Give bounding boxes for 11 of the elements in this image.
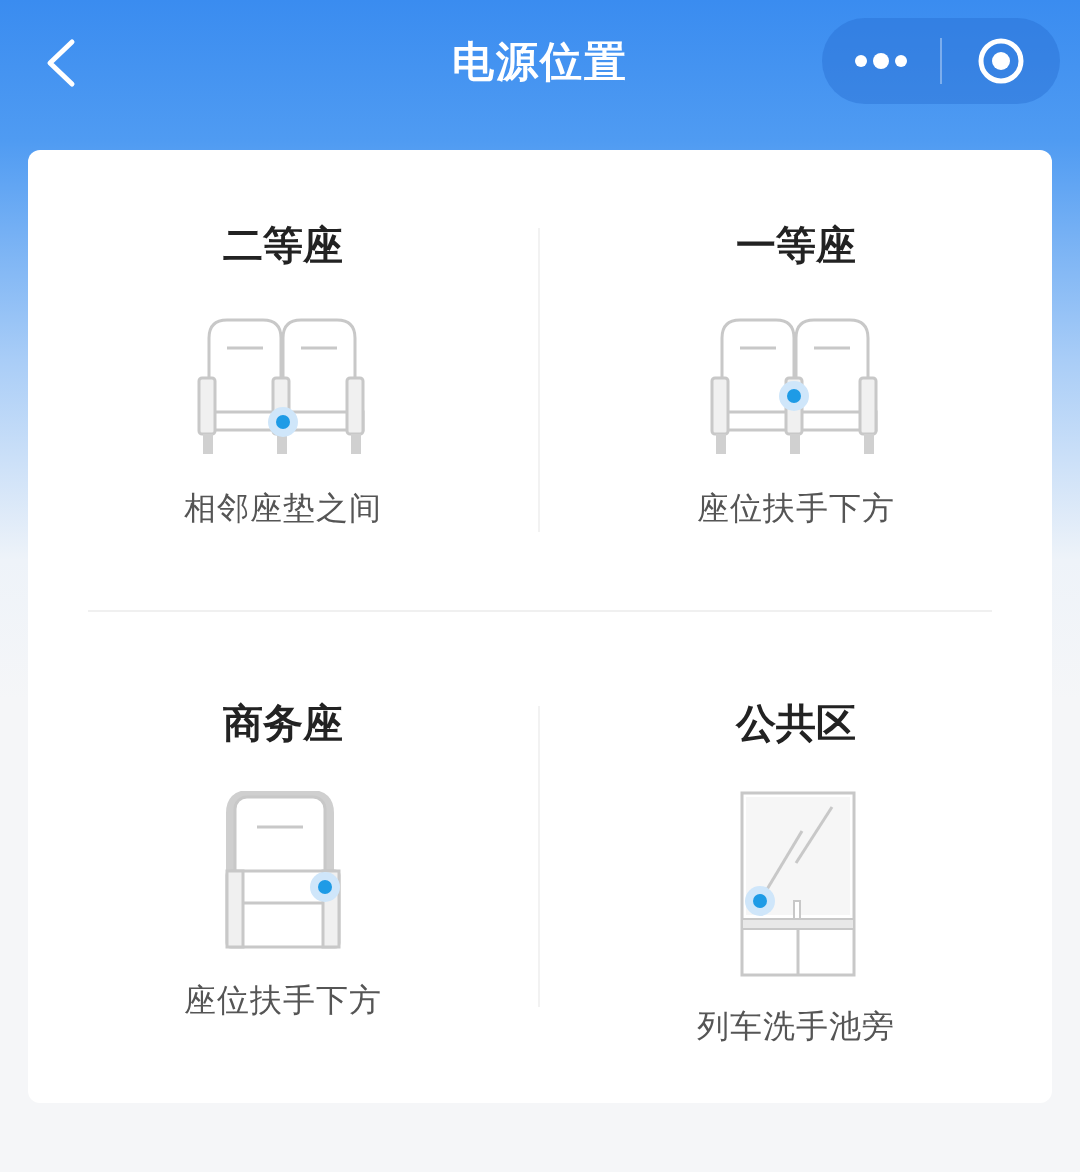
socket-location-label: 列车洗手池旁 [697, 1006, 895, 1047]
socket-location-label: 座位扶手下方 [697, 488, 895, 529]
close-target-icon[interactable] [977, 37, 1025, 85]
page-title: 电源位置 [452, 36, 628, 88]
seat-class-title: 商务座 [223, 699, 343, 748]
socket-location-label: 相邻座垫之间 [184, 488, 382, 529]
seat-class-title: 二等座 [223, 221, 343, 270]
socket-location-label: 座位扶手下方 [184, 980, 382, 1021]
seat-class-title: 一等座 [736, 221, 856, 270]
more-icon[interactable] [854, 53, 908, 69]
seat-class-title: 公共区 [736, 699, 856, 748]
